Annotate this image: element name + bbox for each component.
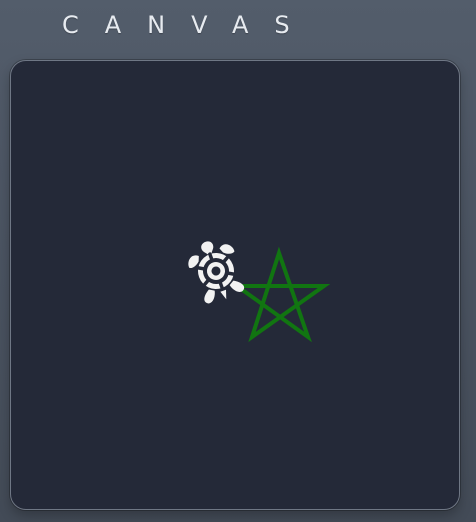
star-path xyxy=(230,246,331,343)
turtle-icon xyxy=(188,241,245,304)
page-title: CANVAS xyxy=(62,11,316,39)
canvas-drawing xyxy=(188,241,331,343)
drawing-canvas[interactable] xyxy=(10,60,460,510)
